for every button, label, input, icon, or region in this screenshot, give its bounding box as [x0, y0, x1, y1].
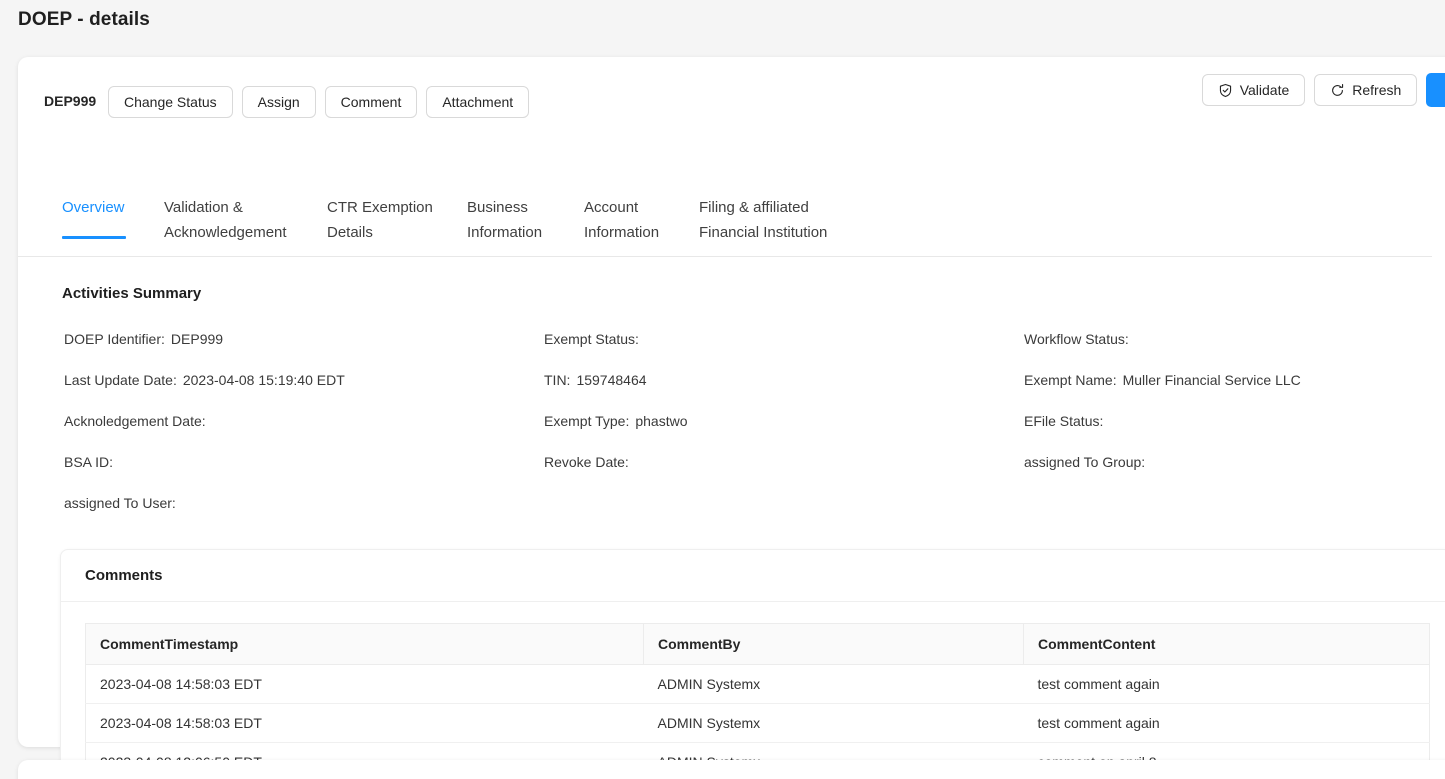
- back-to-doep-button[interactable]: Back to DOEP: [1426, 73, 1445, 107]
- field-label: EFile Status:: [1024, 413, 1104, 429]
- field-label: DOEP Identifier:: [64, 331, 165, 347]
- field-value: DEP999: [170, 331, 224, 347]
- shield-check-icon: [1218, 83, 1233, 98]
- page-title: DOEP - details: [18, 9, 150, 30]
- table-row[interactable]: 2023-04-08 14:58:03 EDT ADMIN Systemx te…: [85, 703, 1430, 743]
- refresh-button[interactable]: Refresh: [1314, 74, 1418, 106]
- field-acknoledgement-date: Acknoledgement Date:: [64, 411, 544, 432]
- cell-comment-timestamp: 2023-04-08 14:58:03 EDT: [85, 703, 644, 743]
- field-label: BSA ID:: [64, 454, 114, 470]
- field-bsa-id: BSA ID:: [64, 452, 544, 473]
- field-value: 159748464: [576, 372, 647, 388]
- change-status-button[interactable]: Change Status: [108, 86, 233, 118]
- tab-filing-affiliated-financial-institution[interactable]: Filing & affiliated Financial Institutio…: [699, 182, 839, 263]
- field-label: assigned To Group:: [1024, 454, 1146, 470]
- tab-bar: Overview Validation & Acknowledgement CT…: [18, 182, 1432, 257]
- comments-table: CommentTimestamp CommentBy CommentConten…: [85, 623, 1430, 779]
- comments-table-head: CommentTimestamp CommentBy CommentConten…: [85, 623, 1430, 665]
- record-actions-group: Change Status Assign Comment Attachment: [108, 86, 530, 118]
- field-value: 2023-04-08 15:19:40 EDT: [182, 372, 345, 388]
- cell-comment-by: ADMIN Systemx: [643, 703, 1024, 743]
- page-actions-group: Validate Refresh Back to DOEP: [1201, 73, 1445, 107]
- field-label: assigned To User:: [64, 495, 176, 511]
- record-id-label: DEP999: [44, 93, 97, 109]
- activities-summary-heading: Activities Summary: [62, 285, 202, 302]
- tab-ctr-exemption-details[interactable]: CTR Exemption Details: [327, 182, 435, 263]
- field-label: Workflow Status:: [1024, 331, 1129, 347]
- field-label: Exempt Status:: [544, 331, 639, 347]
- field-exempt-name: Exempt Name: Muller Financial Service LLC: [1024, 370, 1434, 391]
- field-exempt-type: Exempt Type: phastwo: [544, 411, 1024, 432]
- cell-comment-content: test comment again: [1023, 664, 1430, 704]
- tab-overview[interactable]: Overview: [62, 182, 126, 239]
- next-section-card: [18, 760, 1445, 779]
- validate-button-label: Validate: [1239, 82, 1290, 98]
- field-efile-status: EFile Status:: [1024, 411, 1434, 432]
- tab-validation-acknowledgement[interactable]: Validation & Acknowledgement: [164, 182, 295, 263]
- refresh-icon: [1330, 83, 1345, 98]
- column-header-comment-content[interactable]: CommentContent: [1023, 623, 1430, 665]
- field-exempt-status: Exempt Status:: [544, 329, 1024, 350]
- field-label: Last Update Date:: [64, 372, 177, 388]
- field-label: Exempt Type:: [544, 413, 630, 429]
- field-workflow-status: Workflow Status:: [1024, 329, 1434, 350]
- page-root: DOEP - details DEP999 Change Status Assi…: [0, 0, 1445, 779]
- field-label: Exempt Name:: [1024, 372, 1117, 388]
- tab-account-information[interactable]: Account Information: [584, 182, 667, 263]
- cell-comment-content: test comment again: [1023, 703, 1430, 743]
- column-header-comment-by[interactable]: CommentBy: [643, 623, 1024, 665]
- field-value: Muller Financial Service LLC: [1122, 372, 1301, 388]
- field-revoke-date: Revoke Date:: [544, 452, 1024, 473]
- tab-business-information[interactable]: Business Information: [467, 182, 552, 263]
- field-doep-identifier: DOEP Identifier: DEP999: [64, 329, 544, 350]
- field-label: TIN:: [544, 372, 571, 388]
- details-card: DEP999 Change Status Assign Comment Atta…: [18, 57, 1445, 779]
- field-assigned-to-user: assigned To User:: [64, 493, 544, 514]
- field-last-update-date: Last Update Date: 2023-04-08 15:19:40 EDT: [64, 370, 544, 391]
- table-row[interactable]: 2023-04-08 14:58:03 EDT ADMIN Systemx te…: [85, 664, 1430, 704]
- field-tin: TIN: 159748464: [544, 370, 1024, 391]
- validate-button[interactable]: Validate: [1201, 74, 1306, 106]
- cell-comment-timestamp: 2023-04-08 14:58:03 EDT: [85, 664, 644, 704]
- cell-comment-by: ADMIN Systemx: [643, 664, 1024, 704]
- comment-button[interactable]: Comment: [324, 86, 418, 118]
- field-label: Acknoledgement Date:: [64, 413, 206, 429]
- comments-panel: Comments CommentTimestamp CommentBy Comm…: [60, 549, 1445, 779]
- activities-summary-grid: DOEP Identifier: DEP999 Exempt Status: Wo…: [64, 329, 1434, 514]
- field-value: phastwo: [635, 413, 688, 429]
- field-assigned-to-group: assigned To Group:: [1024, 452, 1434, 473]
- refresh-button-label: Refresh: [1352, 82, 1402, 98]
- field-label: Revoke Date:: [544, 454, 629, 470]
- comments-heading: Comments: [61, 550, 1445, 602]
- attachment-button[interactable]: Attachment: [426, 86, 530, 118]
- table-header-row: CommentTimestamp CommentBy CommentConten…: [85, 623, 1430, 665]
- column-header-comment-timestamp[interactable]: CommentTimestamp: [85, 623, 644, 665]
- comments-body: CommentTimestamp CommentBy CommentConten…: [61, 602, 1445, 779]
- assign-button[interactable]: Assign: [241, 86, 316, 118]
